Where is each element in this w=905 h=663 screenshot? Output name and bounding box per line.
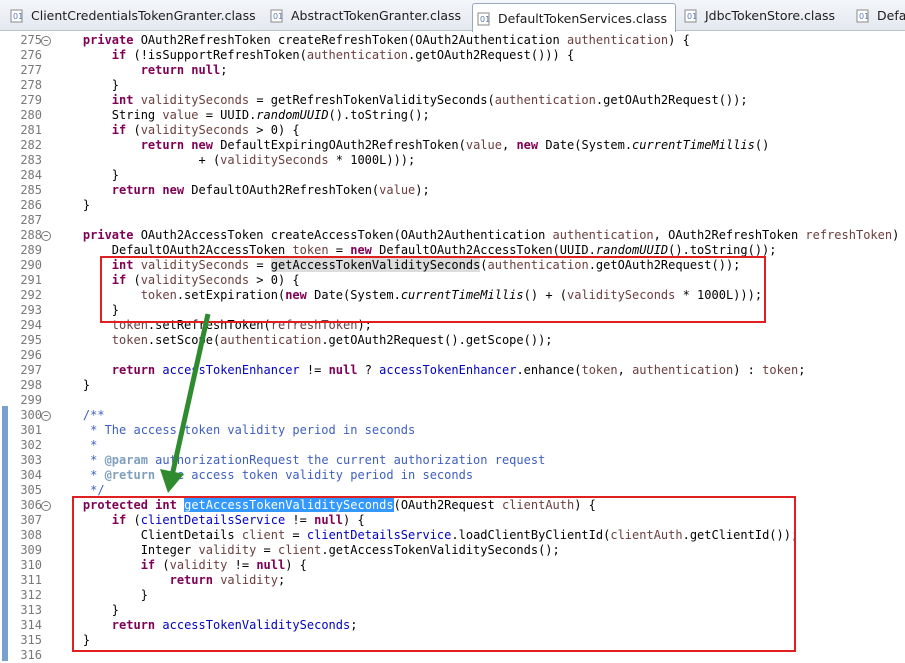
tab-default-truncated[interactable]: 01 Defau [852,2,905,29]
class-file-icon: 01 [270,8,285,23]
class-file-icon: 01 [856,8,871,23]
svg-text:01: 01 [859,12,869,21]
tab-label: Defau [877,8,905,23]
tab-label: DefaultTokenServices.class [498,10,667,26]
svg-text:01: 01 [687,12,697,21]
tab-label: ClientCredentialsTokenGranter.class [31,8,256,23]
annotation-arrow [160,313,211,493]
class-file-icon: 01 [10,8,25,23]
tab-client-credentials-token-granter[interactable]: 01 ClientCredentialsTokenGranter.class [6,2,256,29]
svg-text:01: 01 [480,15,490,24]
tab-label: AbstractTokenGranter.class [291,8,462,23]
code-editor[interactable]: 275− private OAuth2RefreshToken createRe… [0,31,905,662]
tab-jdbc-token-store[interactable]: 01 JdbcTokenStore.class [680,2,835,29]
class-file-icon: 01 [477,11,492,26]
editor-tab-bar: 01 ClientCredentialsTokenGranter.class 0… [0,0,905,32]
svg-text:01: 01 [13,12,23,21]
tab-default-token-services[interactable]: 01 DefaultTokenServices.class [472,3,676,32]
tab-label: JdbcTokenStore.class [705,8,836,23]
class-file-icon: 01 [684,8,699,23]
tab-abstract-token-granter[interactable]: 01 AbstractTokenGranter.class [266,2,461,29]
svg-text:01: 01 [273,12,283,21]
